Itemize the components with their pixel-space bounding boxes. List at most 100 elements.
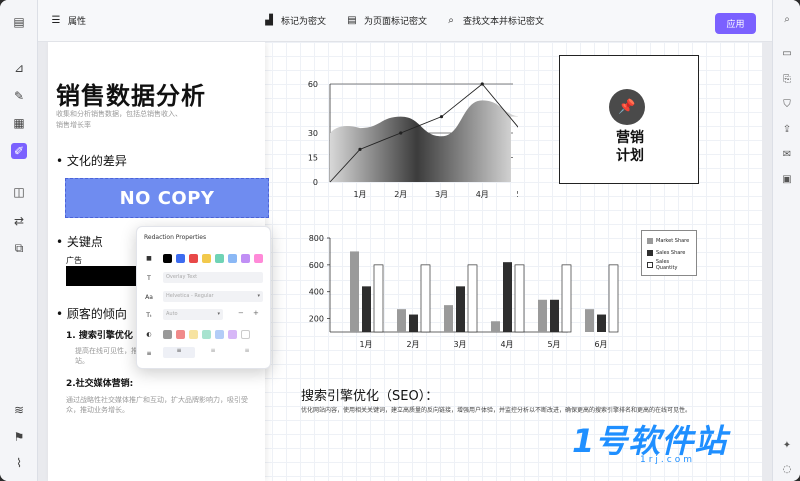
bar — [597, 314, 606, 332]
bar — [467, 264, 478, 333]
right-tool-rail: ⌕ ▭ ⎘ ⛉ ⇪ ✉ ▣ ✦ ◌ — [772, 0, 800, 481]
bar — [444, 305, 453, 332]
overlay-text-icon: T — [147, 274, 151, 282]
search-redact-label: 查找文本并标记密文 — [463, 17, 545, 27]
legend-swatch — [647, 250, 653, 256]
y-tick-label: 400 — [309, 288, 324, 297]
marketing-plan-text: 营销 计划 — [560, 129, 700, 165]
color-swatch[interactable] — [228, 330, 237, 339]
color-swatch[interactable] — [254, 254, 263, 263]
bullet-culture: • 文化的差异 — [56, 154, 127, 168]
bar — [585, 309, 594, 332]
sidebar-toggle-icon[interactable]: ▤ — [11, 14, 27, 30]
doc-title: 销售数据分析 — [56, 82, 206, 110]
color-swatch[interactable] — [176, 330, 185, 339]
doc-subtitle-2: 销售增长率 — [56, 121, 91, 129]
stamp-icon[interactable]: ⊿ — [11, 60, 27, 76]
seo-item-body-1: 提高在线可见性，推动 — [75, 347, 145, 355]
bar — [608, 264, 619, 333]
color-swatch[interactable] — [215, 254, 224, 263]
color-swatch[interactable] — [163, 330, 172, 339]
marketing-plan-box: 📌 营销 计划 — [559, 55, 699, 184]
y-tick-label: 60 — [308, 80, 318, 89]
color-swatch[interactable] — [228, 254, 237, 263]
color-swatch[interactable] — [163, 254, 172, 263]
color-swatch[interactable] — [202, 254, 211, 263]
x-tick-label: 5月 — [516, 190, 518, 199]
compress-icon[interactable]: ⧉ — [11, 240, 27, 256]
align-center-button[interactable]: ≡ — [197, 347, 229, 358]
color-swatch[interactable] — [202, 330, 211, 339]
page-redaction-button[interactable]: ▤ 为页面标记密文 — [346, 14, 427, 27]
font-size-icon: Tₜ — [146, 311, 152, 319]
color-swatch[interactable] — [241, 330, 250, 339]
pages-icon[interactable]: ▦ — [11, 115, 27, 131]
attachment-icon[interactable]: ⌇ — [11, 455, 27, 471]
legend-label: Sales Quantity — [655, 259, 678, 271]
color-swatch[interactable] — [215, 330, 224, 339]
color-swatch[interactable] — [176, 254, 185, 263]
mail-icon[interactable]: ✉ — [780, 147, 794, 161]
watermark-url: 1rj.com — [640, 455, 696, 465]
search-redact-button[interactable]: ⌕ 查找文本并标记密文 — [445, 14, 544, 27]
x-tick-label: 4月 — [500, 340, 513, 349]
ai-assistant-icon[interactable]: ✦ — [780, 438, 794, 452]
bar — [362, 286, 371, 332]
layers-icon[interactable]: ≋ — [11, 402, 27, 418]
redaction-properties-panel: Redaction Properties ■ T Overlay Text Aa… — [136, 226, 271, 369]
bookmark-icon[interactable]: ⚑ — [11, 429, 27, 445]
properties-label: 属性 — [68, 17, 87, 27]
chevron-down-icon: ▾ — [217, 311, 220, 317]
app-window: ▤ ⊿ ✎ ▦ ✐ ◫ ⇄ ⧉ ≋ ⚑ ⌇ ☰ 属性 ▟ 标记为密文 ▤ 为页面… — [0, 0, 800, 481]
mark-redaction-button[interactable]: ▟ 标记为密文 — [263, 14, 326, 27]
bar — [491, 321, 500, 332]
ppt-icon[interactable]: ▭ — [780, 46, 794, 60]
social-body-2: 众，推动业务增长。 — [66, 406, 129, 414]
align-left-button[interactable]: ≡ — [163, 347, 195, 358]
x-tick-label: 3月 — [435, 190, 448, 199]
text-color-icon: ◐ — [146, 330, 152, 338]
apply-button[interactable]: 应用 — [715, 13, 756, 34]
x-tick-label: 1月 — [353, 190, 366, 199]
increase-size-button[interactable]: + — [253, 309, 259, 317]
bar — [538, 299, 547, 332]
convert-icon[interactable]: ⇄ — [11, 213, 27, 229]
align-right-button[interactable]: ≡ — [231, 347, 263, 358]
properties-header[interactable]: ☰ 属性 — [50, 14, 87, 27]
font-size-value: Auto — [166, 311, 178, 317]
font-select[interactable]: Helvetica - Regular ▾ — [163, 291, 263, 302]
nocopy-redaction[interactable]: NO COPY — [65, 178, 269, 218]
x-tick-label: 3月 — [453, 340, 466, 349]
color-swatch[interactable] — [241, 254, 250, 263]
ad-label: 广告 — [66, 256, 82, 265]
toolbar: ☰ 属性 ▟ 标记为密文 ▤ 为页面标记密文 ⌕ 查找文本并标记密文 应用 — [38, 0, 772, 42]
protect-icon[interactable]: ⛉ — [780, 97, 794, 111]
font-icon: Aa — [145, 293, 153, 301]
color-swatch[interactable] — [189, 330, 198, 339]
decrease-size-button[interactable]: − — [238, 309, 244, 317]
search-icon[interactable]: ⌕ — [780, 12, 794, 26]
x-tick-label: 5月 — [547, 340, 560, 349]
align-icon: ≡ — [146, 349, 152, 357]
chat-icon[interactable]: ◌ — [780, 462, 794, 476]
bar — [456, 286, 465, 332]
x-tick-label: 2月 — [394, 190, 407, 199]
chevron-down-icon: ▾ — [257, 293, 260, 299]
save-icon[interactable]: ▣ — [780, 172, 794, 186]
area-series — [330, 100, 518, 182]
y-tick-label: 800 — [309, 234, 324, 243]
x-tick-label: 4月 — [476, 190, 489, 199]
redact-tool-icon[interactable]: ✐ — [11, 143, 27, 159]
edit-text-icon[interactable]: ✎ — [11, 88, 27, 104]
x-tick-label: 2月 — [406, 340, 419, 349]
color-swatch[interactable] — [189, 254, 198, 263]
export-icon[interactable]: ⎘ — [780, 72, 794, 86]
overlay-text-input[interactable]: Overlay Text — [163, 272, 263, 283]
share-icon[interactable]: ⇪ — [780, 122, 794, 136]
y-tick-label: 600 — [309, 261, 324, 270]
page-redaction-label: 为页面标记密文 — [364, 17, 428, 27]
organize-icon[interactable]: ◫ — [11, 184, 27, 200]
font-size-input[interactable]: Auto ▾ — [163, 309, 223, 320]
bar — [397, 309, 406, 332]
x-tick-label: 1月 — [359, 340, 372, 349]
